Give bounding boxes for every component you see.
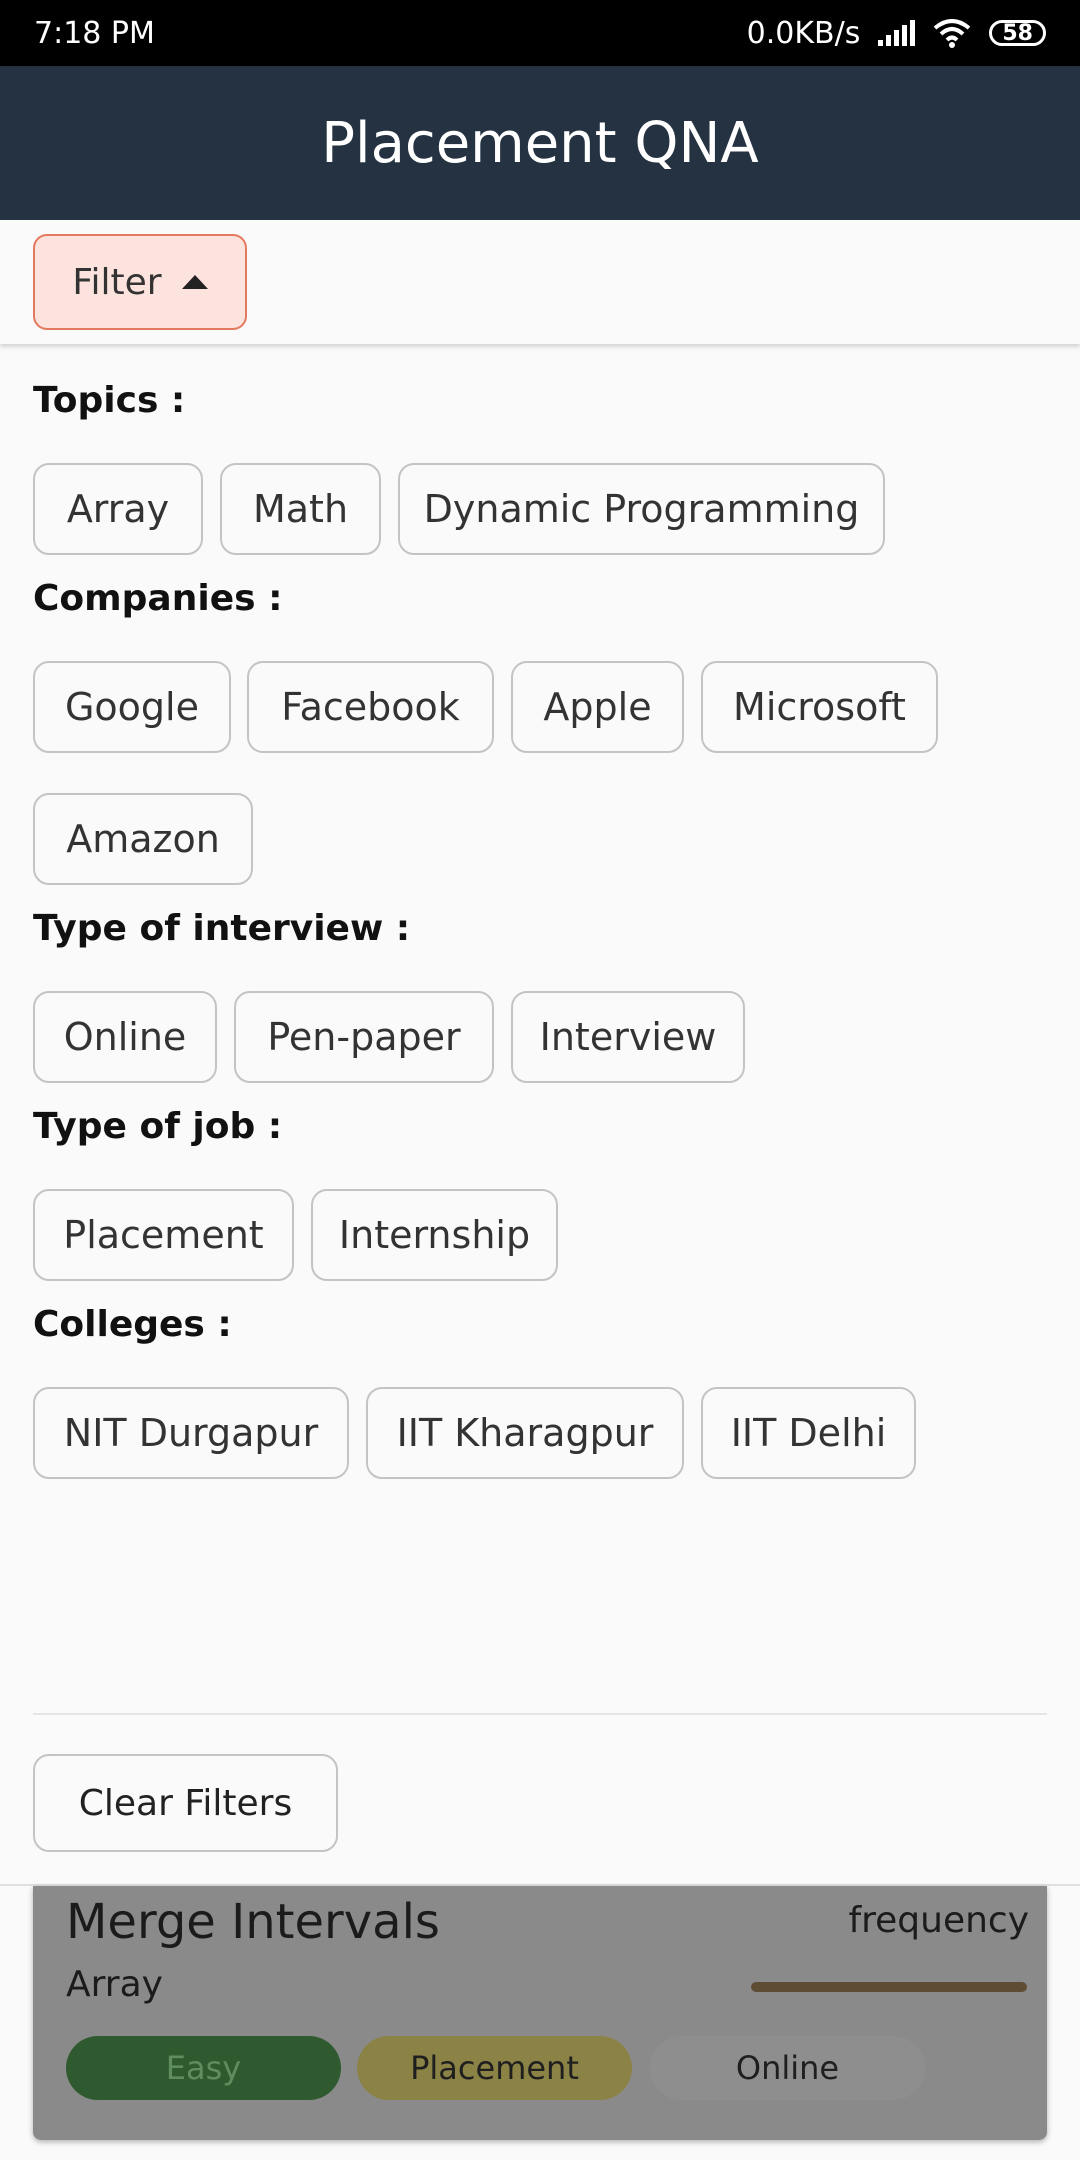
wifi-icon (934, 19, 971, 48)
chip-interview-online[interactable]: Online (33, 991, 217, 1083)
chip-job-placement[interactable]: Placement (33, 1189, 294, 1281)
chip-company-apple[interactable]: Apple (511, 661, 684, 753)
chip-company-facebook[interactable]: Facebook (247, 661, 494, 753)
app-title: Placement QNA (321, 110, 759, 176)
question-title: Merge Intervals (66, 1894, 440, 1950)
chip-college-iit-delhi[interactable]: IIT Delhi (701, 1387, 916, 1479)
clear-filters-button[interactable]: Clear Filters (33, 1754, 338, 1852)
chip-company-google[interactable]: Google (33, 661, 231, 753)
chip-company-microsoft[interactable]: Microsoft (701, 661, 938, 753)
divider (33, 1713, 1047, 1715)
chip-interview-interview[interactable]: Interview (511, 991, 745, 1083)
status-time: 7:18 PM (34, 15, 155, 51)
topics-title: Topics : (33, 380, 186, 421)
chip-topic-math[interactable]: Math (220, 463, 381, 555)
difficulty-badge: Easy (66, 2036, 341, 2100)
chip-college-iit-kharagpur[interactable]: IIT Kharagpur (366, 1387, 684, 1479)
battery-icon: 58 (989, 20, 1046, 46)
question-topic: Array (66, 1964, 163, 2005)
frequency-label: frequency (848, 1900, 1029, 1941)
chip-topic-array[interactable]: Array (33, 463, 203, 555)
job-type-title: Type of job : (33, 1106, 283, 1147)
interview-type-title: Type of interview : (33, 908, 411, 949)
job-type-badge: Placement (357, 2036, 632, 2100)
chip-company-amazon[interactable]: Amazon (33, 793, 253, 885)
battery-level: 58 (1002, 20, 1033, 46)
chip-job-internship[interactable]: Internship (311, 1189, 558, 1281)
app-bar: Placement QNA (0, 66, 1080, 220)
network-speed: 0.0KB/s (746, 15, 861, 51)
status-bar: 7:18 PM 0.0KB/s 58 (0, 0, 1080, 66)
chip-college-nit-durgapur[interactable]: NIT Durgapur (33, 1387, 349, 1479)
chip-topic-dynamic-programming[interactable]: Dynamic Programming (398, 463, 885, 555)
companies-title: Companies : (33, 578, 283, 619)
filter-toggle-button[interactable]: Filter (33, 234, 247, 330)
status-icons: 0.0KB/s 58 (747, 16, 1046, 51)
question-card[interactable]: Merge Intervals frequency Array Easy Pla… (33, 1886, 1047, 2140)
interview-type-badge: Online (650, 2036, 925, 2100)
caret-up-icon (181, 275, 208, 289)
chip-interview-pen-paper[interactable]: Pen-paper (234, 991, 494, 1083)
filter-label: Filter (72, 261, 162, 303)
signal-icon (878, 20, 916, 46)
colleges-title: Colleges : (33, 1304, 232, 1345)
frequency-bar (751, 1982, 1027, 1992)
filter-bar: Filter (0, 220, 1080, 344)
